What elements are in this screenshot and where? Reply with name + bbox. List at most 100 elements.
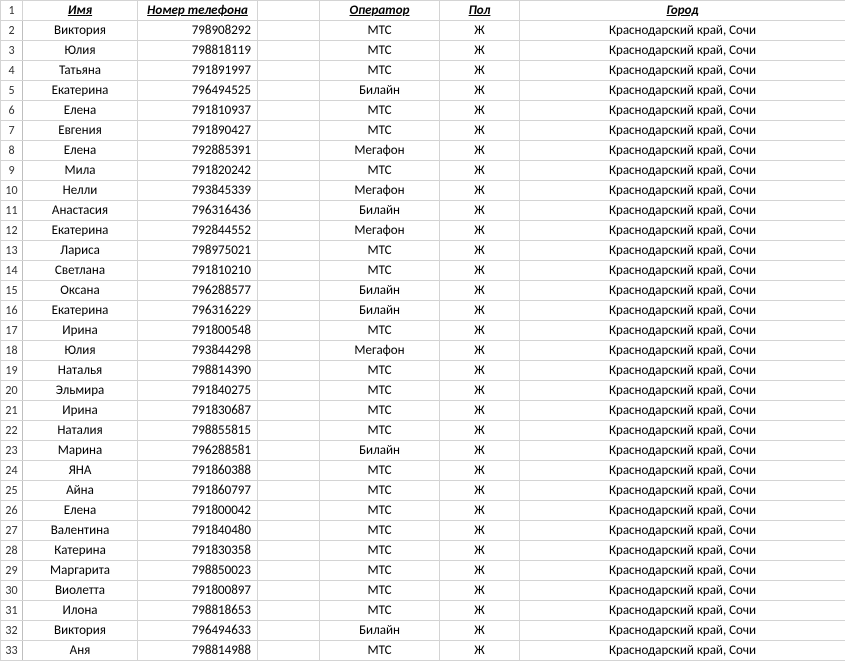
cell-spacer[interactable] <box>258 481 320 501</box>
cell-spacer[interactable] <box>258 61 320 81</box>
cell-phone[interactable]: 796494525 <box>138 81 258 101</box>
cell-gender[interactable]: Ж <box>440 381 520 401</box>
cell-spacer[interactable] <box>258 221 320 241</box>
cell-name[interactable]: Лариса <box>23 241 138 261</box>
cell-gender[interactable]: Ж <box>440 461 520 481</box>
cell-spacer[interactable] <box>258 581 320 601</box>
cell-spacer[interactable] <box>258 521 320 541</box>
cell-phone[interactable]: 796316229 <box>138 301 258 321</box>
cell-city[interactable]: Краснодарский край, Сочи <box>520 301 845 321</box>
cell-phone[interactable]: 791820242 <box>138 161 258 181</box>
cell-gender[interactable]: Ж <box>440 601 520 621</box>
cell-phone[interactable]: 791800042 <box>138 501 258 521</box>
cell-city[interactable]: Краснодарский край, Сочи <box>520 541 845 561</box>
cell-operator[interactable]: Билайн <box>320 281 440 301</box>
cell-city[interactable]: Краснодарский край, Сочи <box>520 101 845 121</box>
cell-phone[interactable]: 798814390 <box>138 361 258 381</box>
cell-spacer[interactable] <box>258 441 320 461</box>
cell-name[interactable]: Виолетта <box>23 581 138 601</box>
cell-gender[interactable]: Ж <box>440 261 520 281</box>
cell-spacer[interactable] <box>258 641 320 661</box>
cell-operator[interactable]: МТС <box>320 261 440 281</box>
cell-spacer[interactable] <box>258 181 320 201</box>
cell-city[interactable]: Краснодарский край, Сочи <box>520 561 845 581</box>
cell-name[interactable]: Валентина <box>23 521 138 541</box>
cell-name[interactable]: Юлия <box>23 341 138 361</box>
cell-gender[interactable]: Ж <box>440 241 520 261</box>
cell-spacer[interactable] <box>258 201 320 221</box>
cell-spacer[interactable] <box>258 141 320 161</box>
cell-city[interactable]: Краснодарский край, Сочи <box>520 81 845 101</box>
cell-gender[interactable]: Ж <box>440 401 520 421</box>
cell-spacer[interactable] <box>258 81 320 101</box>
cell-gender[interactable]: Ж <box>440 341 520 361</box>
cell-phone[interactable]: 791840480 <box>138 521 258 541</box>
cell-name[interactable]: Аня <box>23 641 138 661</box>
cell-name[interactable]: Айна <box>23 481 138 501</box>
cell-phone[interactable]: 796316436 <box>138 201 258 221</box>
cell-phone[interactable]: 796494633 <box>138 621 258 641</box>
cell-name[interactable]: Анастасия <box>23 201 138 221</box>
cell-city[interactable]: Краснодарский край, Сочи <box>520 281 845 301</box>
cell-phone[interactable]: 796288581 <box>138 441 258 461</box>
cell-operator[interactable]: Мегафон <box>320 341 440 361</box>
cell-gender[interactable]: Ж <box>440 221 520 241</box>
cell-phone[interactable]: 798975021 <box>138 241 258 261</box>
cell-gender[interactable]: Ж <box>440 441 520 461</box>
cell-city[interactable]: Краснодарский край, Сочи <box>520 421 845 441</box>
cell-gender[interactable]: Ж <box>440 641 520 661</box>
cell-name[interactable]: Екатерина <box>23 81 138 101</box>
cell-city[interactable]: Краснодарский край, Сочи <box>520 261 845 281</box>
cell-operator[interactable]: Билайн <box>320 301 440 321</box>
cell-phone[interactable]: 798818653 <box>138 601 258 621</box>
cell-operator[interactable]: МТС <box>320 61 440 81</box>
cell-phone[interactable]: 791860797 <box>138 481 258 501</box>
cell-gender[interactable]: Ж <box>440 421 520 441</box>
cell-phone[interactable]: 791840275 <box>138 381 258 401</box>
cell-spacer[interactable] <box>258 501 320 521</box>
cell-gender[interactable]: Ж <box>440 161 520 181</box>
cell-phone[interactable]: 793844298 <box>138 341 258 361</box>
cell-city[interactable]: Краснодарский край, Сочи <box>520 601 845 621</box>
cell-city[interactable]: Краснодарский край, Сочи <box>520 181 845 201</box>
cell-name[interactable]: Нелли <box>23 181 138 201</box>
cell-phone[interactable]: 798908292 <box>138 21 258 41</box>
cell-operator[interactable]: Мегафон <box>320 181 440 201</box>
cell-gender[interactable]: Ж <box>440 101 520 121</box>
cell-city[interactable]: Краснодарский край, Сочи <box>520 581 845 601</box>
cell-name[interactable]: Светлана <box>23 261 138 281</box>
cell-city[interactable]: Краснодарский край, Сочи <box>520 401 845 421</box>
cell-spacer[interactable] <box>258 621 320 641</box>
cell-name[interactable]: Юлия <box>23 41 138 61</box>
cell-operator[interactable]: МТС <box>320 601 440 621</box>
cell-phone[interactable]: 792885391 <box>138 141 258 161</box>
cell-operator[interactable]: МТС <box>320 641 440 661</box>
cell-phone[interactable]: 791860388 <box>138 461 258 481</box>
cell-name[interactable]: Елена <box>23 141 138 161</box>
cell-spacer[interactable] <box>258 401 320 421</box>
cell-name[interactable]: Ирина <box>23 401 138 421</box>
cell-operator[interactable]: Билайн <box>320 621 440 641</box>
cell-spacer[interactable] <box>258 281 320 301</box>
cell-phone[interactable]: 798850023 <box>138 561 258 581</box>
cell-gender[interactable]: Ж <box>440 361 520 381</box>
cell-city[interactable]: Краснодарский край, Сочи <box>520 161 845 181</box>
cell-operator[interactable]: МТС <box>320 161 440 181</box>
cell-gender[interactable]: Ж <box>440 321 520 341</box>
cell-name[interactable]: Виктория <box>23 621 138 641</box>
cell-name[interactable]: Евгения <box>23 121 138 141</box>
cell-name[interactable]: Елена <box>23 101 138 121</box>
cell-phone[interactable]: 791810937 <box>138 101 258 121</box>
cell-spacer[interactable] <box>258 161 320 181</box>
cell-gender[interactable]: Ж <box>440 581 520 601</box>
cell-spacer[interactable] <box>258 241 320 261</box>
cell-gender[interactable]: Ж <box>440 81 520 101</box>
cell-operator[interactable]: Мегафон <box>320 221 440 241</box>
cell-spacer[interactable] <box>258 461 320 481</box>
cell-operator[interactable]: МТС <box>320 461 440 481</box>
cell-gender[interactable]: Ж <box>440 201 520 221</box>
cell-name[interactable]: Оксана <box>23 281 138 301</box>
cell-operator[interactable]: МТС <box>320 361 440 381</box>
cell-phone[interactable]: 798814988 <box>138 641 258 661</box>
cell-operator[interactable]: Билайн <box>320 81 440 101</box>
